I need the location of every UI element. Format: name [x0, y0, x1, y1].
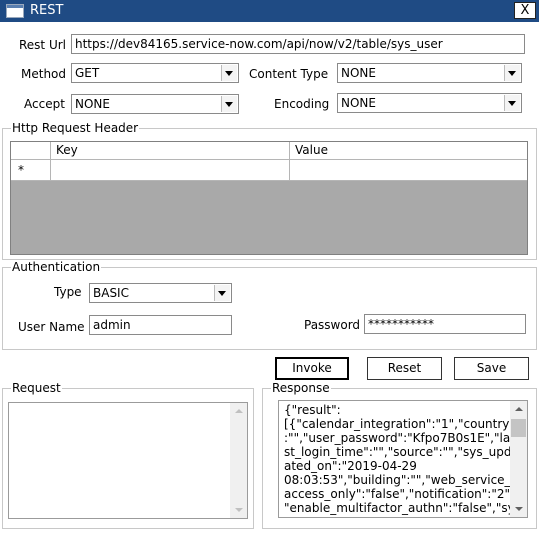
invoke-button[interactable]: Invoke — [275, 357, 349, 380]
response-scrollbar[interactable] — [510, 401, 527, 517]
chevron-down-icon[interactable] — [504, 65, 520, 81]
method-label: Method — [21, 67, 67, 81]
scrollbar-thumb[interactable] — [511, 419, 526, 437]
auth-type-value: BASIC — [93, 286, 129, 300]
accept-select[interactable]: NONE — [71, 94, 239, 114]
user-name-input[interactable]: admin — [89, 315, 232, 335]
headers-grid-header-row: Key Value — [11, 142, 527, 160]
arrow-up-icon[interactable] — [230, 403, 247, 420]
save-button[interactable]: Save — [454, 357, 529, 380]
new-row-key-cell[interactable] — [51, 160, 290, 181]
arrow-down-icon[interactable] — [230, 501, 247, 518]
method-value: GET — [75, 66, 100, 80]
headers-grid[interactable]: Key Value * — [10, 141, 528, 255]
chevron-down-icon[interactable] — [214, 285, 230, 301]
response-line: [{"calendar_integration":"1","country" — [284, 417, 515, 431]
request-body-textarea[interactable] — [8, 402, 248, 519]
response-line: "enable_multifactor_authn":"false","sy — [284, 501, 515, 515]
chevron-down-icon[interactable] — [221, 65, 237, 81]
arrow-up-icon[interactable] — [510, 401, 527, 418]
auth-type-select[interactable]: BASIC — [89, 283, 232, 303]
rest-url-input[interactable]: https://dev84165.service-now.com/api/now… — [71, 34, 525, 54]
response-line: access_only":"false","notification":"2", — [284, 487, 514, 501]
request-scrollbar[interactable] — [230, 403, 247, 518]
encoding-value: NONE — [341, 96, 376, 110]
response-line: :"","user_password":"Kfpo7B0s1E","la — [284, 431, 511, 445]
row-header-corner — [11, 142, 51, 160]
new-row-value-cell[interactable] — [290, 160, 527, 181]
title-bar: REST X — [0, 0, 539, 22]
column-header-value[interactable]: Value — [290, 142, 527, 160]
rest-url-label: Rest Url — [19, 38, 67, 52]
authentication-legend: Authentication — [12, 260, 101, 274]
new-row-marker: * — [11, 160, 51, 181]
password-input[interactable]: *********** — [364, 314, 526, 334]
authentication-group: Authentication — [2, 261, 537, 350]
response-body-textarea[interactable]: {"result": [{"calendar_integration":"1",… — [278, 400, 528, 518]
response-body-text: {"result": [{"calendar_integration":"1",… — [284, 403, 515, 515]
password-label: Password — [304, 318, 361, 332]
chevron-down-icon[interactable] — [504, 95, 520, 111]
arrow-down-icon[interactable] — [510, 500, 527, 517]
accept-label: Accept — [24, 97, 65, 111]
response-line: 08:03:53","building":"","web_service_ — [284, 473, 511, 487]
app-window-icon — [6, 4, 24, 18]
headers-grid-new-row[interactable]: * — [11, 160, 527, 181]
encoding-select[interactable]: NONE — [337, 93, 522, 113]
window-title: REST — [30, 3, 64, 18]
auth-type-label: Type — [54, 285, 82, 299]
response-line: {"result": — [284, 403, 341, 417]
column-header-key[interactable]: Key — [51, 142, 290, 160]
accept-value: NONE — [75, 97, 110, 111]
response-line: ated_on":"2019-04-29 — [284, 459, 417, 473]
response-line: st_login_time":"","source":"","sys_upd — [284, 445, 512, 459]
encoding-label: Encoding — [274, 97, 330, 111]
close-button[interactable]: X — [514, 2, 536, 19]
content-type-label: Content Type — [249, 67, 329, 81]
method-select[interactable]: GET — [71, 63, 239, 83]
chevron-down-icon[interactable] — [221, 96, 237, 112]
reset-button[interactable]: Reset — [367, 357, 442, 380]
content-type-select[interactable]: NONE — [337, 63, 522, 83]
content-type-value: NONE — [341, 66, 376, 80]
user-name-label: User Name — [18, 320, 85, 334]
response-legend: Response — [272, 381, 330, 395]
http-request-header-legend: Http Request Header — [12, 121, 139, 135]
request-legend: Request — [12, 381, 61, 395]
